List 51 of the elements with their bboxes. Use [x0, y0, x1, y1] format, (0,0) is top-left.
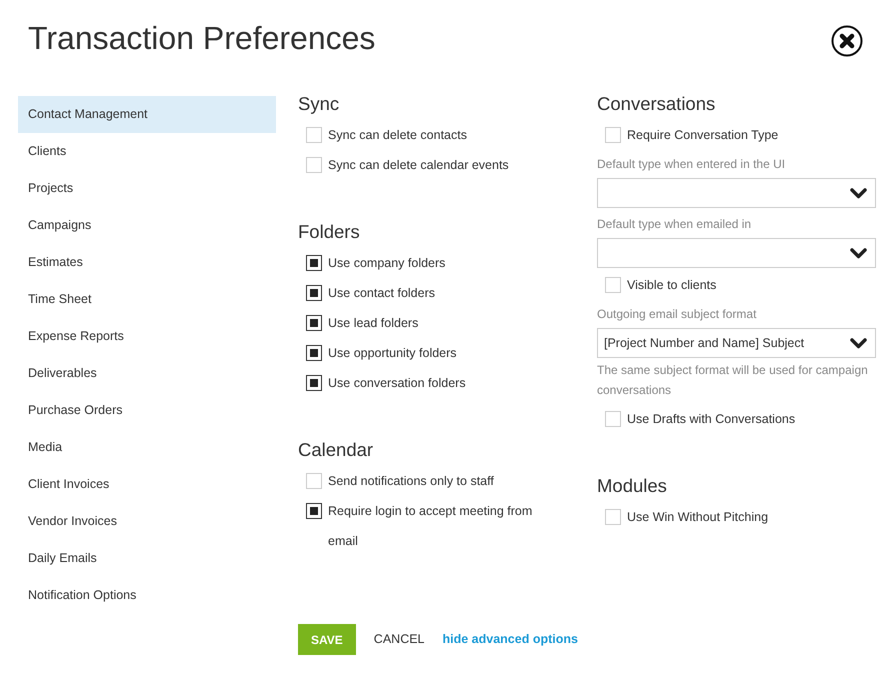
- chevron-icon: [850, 188, 867, 198]
- checkbox[interactable]: [306, 375, 322, 391]
- chevron-icon: [850, 248, 867, 258]
- sidebar-item[interactable]: Campaigns: [18, 207, 276, 244]
- dropdown-field[interactable]: [597, 238, 876, 268]
- sidebar-item[interactable]: Client Invoices: [18, 466, 276, 503]
- sidebar-item[interactable]: Daily Emails: [18, 540, 276, 577]
- help-text: The same subject format will be used for campaign conversations: [597, 362, 869, 399]
- section-heading: Conversations: [597, 94, 716, 114]
- field-label: Default type when entered in the UI: [597, 156, 786, 173]
- checkbox-label: Sync can delete calendar events: [328, 157, 509, 174]
- sidebar-item[interactable]: Time Sheet: [18, 281, 276, 318]
- checkbox-label: Require Conversation Type: [627, 127, 778, 144]
- checkbox-label: Sync can delete contacts: [328, 127, 467, 144]
- cancel-button[interactable]: CANCEL: [362, 624, 437, 655]
- sidebar-item[interactable]: Media: [18, 429, 276, 466]
- section-heading: Modules: [597, 476, 668, 496]
- checkbox-label: Use Win Without Pitching: [627, 509, 768, 526]
- section-heading: Folders: [298, 222, 361, 242]
- sidebar-item[interactable]: Projects: [18, 170, 276, 207]
- checkbox[interactable]: [306, 345, 322, 361]
- checkbox[interactable]: [306, 285, 322, 301]
- dropdown-field[interactable]: [597, 178, 876, 208]
- sidebar-item[interactable]: Vendor Invoices: [18, 503, 276, 540]
- checkbox-label: Use conversation folders: [328, 375, 466, 392]
- sidebar-item[interactable]: Deliverables: [18, 355, 276, 392]
- section-heading: Calendar: [298, 440, 374, 460]
- sidebar-item[interactable]: Notification Options: [18, 577, 276, 614]
- section-heading: Sync: [298, 94, 340, 114]
- close-icon[interactable]: [831, 25, 863, 57]
- dialog-title: Transaction Preferences: [28, 19, 376, 58]
- sidebar-item[interactable]: Contact Management: [18, 96, 276, 133]
- sidebar-item[interactable]: Expense Reports: [18, 318, 276, 355]
- checkbox-label: Use contact folders: [328, 285, 435, 302]
- chevron-icon: [850, 338, 867, 348]
- checkbox[interactable]: [306, 503, 322, 519]
- sidebar-item[interactable]: Clients: [18, 133, 276, 170]
- checkbox-label: Use company folders: [328, 255, 446, 272]
- field-label: Default type when emailed in: [597, 216, 752, 233]
- checkbox-label: Use opportunity folders: [328, 345, 457, 362]
- checkbox[interactable]: [306, 315, 322, 331]
- field-label: Outgoing email subject format: [597, 306, 758, 323]
- sidebar-item[interactable]: Estimates: [18, 244, 276, 281]
- checkbox-label: Use Drafts with Conversations: [627, 411, 796, 428]
- sidebar-item[interactable]: Purchase Orders: [18, 392, 276, 429]
- checkbox-label: Require login to accept meeting from email: [328, 503, 534, 550]
- checkbox[interactable]: [306, 255, 322, 271]
- dropdown-field[interactable]: [Project Number and Name] Subject: [597, 328, 876, 358]
- checkbox-label: Visible to clients: [627, 277, 716, 294]
- checkbox-label: Use lead folders: [328, 315, 418, 332]
- checkbox-label: Send notifications only to staff: [328, 473, 494, 490]
